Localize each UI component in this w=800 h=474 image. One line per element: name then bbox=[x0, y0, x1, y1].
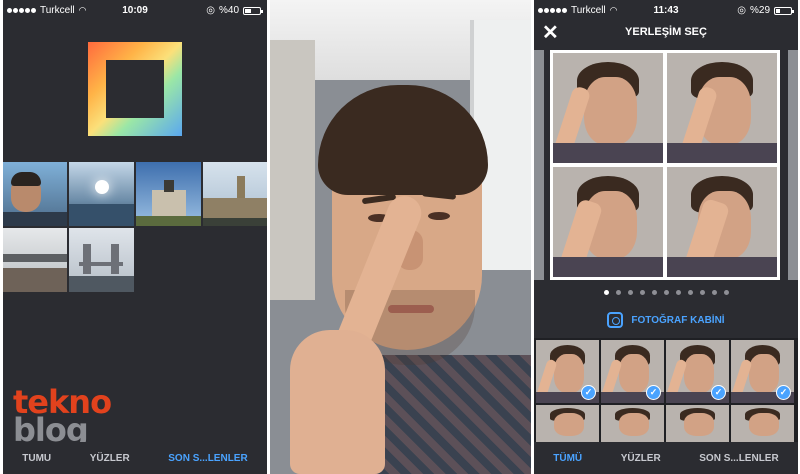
pager-dot[interactable] bbox=[723, 290, 729, 295]
photo-booth-label: FOTOĞRAF KABİNİ bbox=[631, 314, 725, 326]
photo-thumb-tower-bridge[interactable] bbox=[69, 228, 134, 292]
layout-cell[interactable] bbox=[667, 53, 777, 163]
checkmark-icon: ✓ bbox=[581, 385, 596, 400]
battery-percent: %29 bbox=[749, 5, 770, 16]
right-phone-screen: Turkcell ◠ 11:43 ◎ %29 ✕ YERLEŞİM SEÇ FO… bbox=[534, 0, 798, 474]
photo-booth-button[interactable]: FOTOĞRAF KABİNİ bbox=[534, 312, 798, 328]
pager-dot[interactable] bbox=[675, 290, 681, 295]
battery-icon bbox=[774, 6, 794, 15]
tab-faces[interactable]: YÜZLER bbox=[621, 453, 661, 464]
photo-thumb[interactable] bbox=[601, 405, 664, 442]
checkmark-icon: ✓ bbox=[711, 385, 726, 400]
layout-preview[interactable] bbox=[550, 50, 780, 280]
tab-recents[interactable]: SON S...LENLER bbox=[699, 453, 778, 464]
photo-strip: ✓ ✓ ✓ ✓ bbox=[534, 338, 798, 442]
photo-thumb-selected[interactable]: ✓ bbox=[666, 340, 729, 403]
pager-dot[interactable] bbox=[615, 290, 621, 295]
album-tabs: TÜMÜ YÜZLER SON S...LENLER bbox=[534, 442, 798, 474]
hair bbox=[318, 85, 488, 195]
mouth bbox=[388, 305, 434, 313]
camera-icon bbox=[607, 312, 624, 328]
layout-cell[interactable] bbox=[553, 167, 663, 277]
album-tabs: TUMU YÜZLER SON S...LENLER bbox=[3, 442, 267, 474]
teknoblog-watermark: tekno blog bbox=[13, 383, 112, 449]
layout-pager bbox=[534, 290, 798, 295]
checkmark-icon: ✓ bbox=[776, 385, 791, 400]
top-bar: ✕ YERLEŞİM SEÇ bbox=[534, 20, 798, 46]
status-bar: Turkcell ◠ 11:43 ◎ %29 bbox=[534, 0, 798, 20]
pager-dot[interactable] bbox=[711, 290, 717, 295]
tab-all[interactable]: TUMU bbox=[22, 453, 51, 464]
photo-thumb-selected[interactable]: ✓ bbox=[536, 340, 599, 403]
layout-cell[interactable] bbox=[667, 167, 777, 277]
tab-recents[interactable]: SON S...LENLER bbox=[168, 453, 247, 464]
right-eye bbox=[428, 212, 450, 220]
pager-dot[interactable] bbox=[639, 290, 645, 295]
pager-dot[interactable] bbox=[699, 290, 705, 295]
rotation-lock-icon: ◎ bbox=[737, 5, 746, 16]
tab-all[interactable]: TÜMÜ bbox=[553, 453, 582, 464]
previous-layout-peek[interactable] bbox=[534, 50, 544, 280]
selfie-photo bbox=[270, 0, 531, 474]
pager-dot[interactable] bbox=[651, 290, 657, 295]
hand bbox=[290, 330, 385, 474]
photo-thumb[interactable] bbox=[731, 405, 794, 442]
next-layout-peek[interactable] bbox=[788, 50, 798, 280]
photo-thumb-selected[interactable]: ✓ bbox=[731, 340, 794, 403]
photo-thumb-wellington-arch[interactable] bbox=[136, 162, 201, 226]
photo-thumb[interactable] bbox=[666, 405, 729, 442]
battery-percent: %40 bbox=[218, 5, 239, 16]
photo-thumb-big-ben[interactable] bbox=[203, 162, 267, 226]
battery-icon bbox=[243, 6, 263, 15]
photo-thumb[interactable] bbox=[536, 405, 599, 442]
pager-dot[interactable] bbox=[687, 290, 693, 295]
pager-dot[interactable] bbox=[627, 290, 633, 295]
rotation-lock-icon: ◎ bbox=[206, 5, 215, 16]
status-bar: Turkcell ◠ 10:09 ◎ %40 bbox=[3, 0, 267, 20]
page-title: YERLEŞİM SEÇ bbox=[625, 26, 707, 38]
tab-faces[interactable]: YÜZLER bbox=[90, 453, 130, 464]
door-frame bbox=[270, 40, 315, 300]
pager-dot[interactable] bbox=[603, 290, 609, 295]
photo-thumb-selfie-bridge[interactable] bbox=[3, 162, 67, 226]
photo-thumb-thames-bridge[interactable] bbox=[3, 228, 67, 292]
pager-dot[interactable] bbox=[663, 290, 669, 295]
checkmark-icon: ✓ bbox=[646, 385, 661, 400]
photo-thumb-selected[interactable]: ✓ bbox=[601, 340, 664, 403]
photo-thumb-sun-over-river[interactable] bbox=[69, 162, 134, 226]
left-phone-screen: Turkcell ◠ 10:09 ◎ %40 tekno blog TUMU Y… bbox=[3, 0, 267, 474]
layout-app-logo bbox=[88, 42, 182, 136]
layout-cell[interactable] bbox=[553, 53, 663, 163]
